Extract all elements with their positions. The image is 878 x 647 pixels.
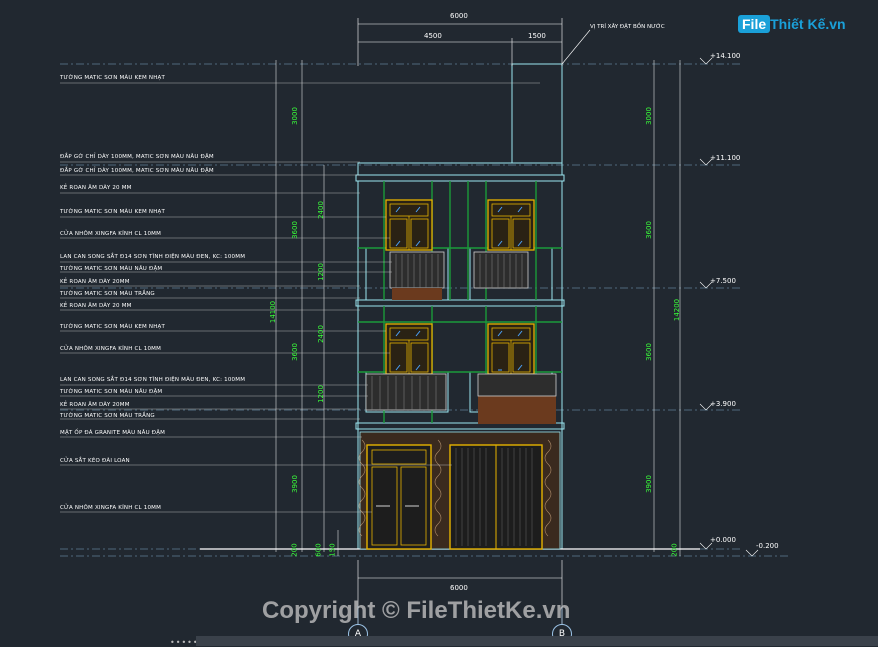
label-19: CỬA NHÔM XINGFA KÍNH CL 10MM xyxy=(60,505,162,511)
dim-bottom-overall: 6000 xyxy=(450,584,468,592)
level-3900: +3.900 xyxy=(710,400,736,408)
vdim-left-9: 200 xyxy=(290,543,299,557)
roof-tank-wall xyxy=(511,63,563,163)
label-8: KẺ ROAN ÂM DÀY 20MM xyxy=(60,279,130,285)
window-mid-left xyxy=(385,323,433,375)
vdim-left-10: 600 xyxy=(314,543,323,557)
window-upper-right xyxy=(487,199,535,251)
label-18: CỬA SẮT KÉO ĐÀI LOAN xyxy=(60,458,130,464)
window-mid-right xyxy=(487,323,535,375)
dim-top-right: 1500 xyxy=(528,32,546,40)
vdim-left-2: 3600 xyxy=(290,221,299,239)
vdim-left-11: 150 xyxy=(328,543,337,557)
level-markers xyxy=(699,57,759,557)
logo-rest-text: Thiết Kế.vn xyxy=(770,16,846,32)
label-13: LAN CAN SONG SẮT Đ14 SƠN TĨNH ĐIỆN MÀU Đ… xyxy=(60,377,246,383)
tank-position-note: VỊ TRÍ XÂY ĐẶT BỒN NƯỚC xyxy=(590,24,665,30)
label-4: TƯỜNG MATIC SƠN MÀU KEM NHẠT xyxy=(60,209,166,215)
vdim-right-5: 200 xyxy=(670,543,679,557)
level-0000: +0.000 xyxy=(710,536,736,544)
window-upper-left xyxy=(385,199,433,251)
door-xingfa xyxy=(366,444,432,550)
vdim-left-3: 1200 xyxy=(316,263,325,281)
copyright-watermark: Copyright © FileThietKe.vn xyxy=(262,597,571,624)
status-bar xyxy=(196,636,878,646)
level-14100: +14.100 xyxy=(710,52,741,60)
vdim-left-5: 2400 xyxy=(316,325,325,343)
level-11100: +11.100 xyxy=(710,154,741,162)
dim-top-left: 4500 xyxy=(424,32,442,40)
vdim-left-6: 3600 xyxy=(290,343,299,361)
vdim-right-2: 3600 xyxy=(644,343,653,361)
vdim-right-1: 3600 xyxy=(644,221,653,239)
vdim-left-0: 3000 xyxy=(290,107,299,125)
elevation-drawing xyxy=(60,18,790,624)
vdim-left-1: 2400 xyxy=(316,201,325,219)
label-14: TƯỜNG MATIC SƠN MÀU NÂU ĐẬM xyxy=(60,389,163,395)
vdim-left-7: 1200 xyxy=(316,385,325,403)
label-0: TƯỜNG MATIC SƠN MÀU KEM NHẠT xyxy=(60,75,166,81)
level-7500: +7.500 xyxy=(710,277,736,285)
vdim-left-8: 3900 xyxy=(290,475,299,493)
label-12: CỬA NHÔM XINGFA KÍNH CL 10MM xyxy=(60,346,162,352)
vdim-left-4: 14100 xyxy=(269,300,278,324)
dim-top-overall: 6000 xyxy=(450,12,468,20)
label-15: KẺ ROAN ÂM DÀY 20MM xyxy=(60,402,130,408)
vdim-right-0: 3000 xyxy=(644,107,653,125)
label-16: TƯỜNG MATIC SƠN MÀU TRẮNG xyxy=(60,413,155,419)
vdim-right-3: 3900 xyxy=(644,475,653,493)
level-minus-200: -0.200 xyxy=(756,542,779,550)
label-3: KẺ ROAN ÂM DÀY 20 MM xyxy=(60,185,132,191)
label-17: MẶT ỐP ĐÁ GRANITE MÀU NÂU ĐẬM xyxy=(60,430,166,436)
door-iron-folding xyxy=(449,444,543,550)
label-6: LAN CAN SONG SẮT Đ14 SƠN TĨNH ĐIỆN MÀU Đ… xyxy=(60,254,246,260)
label-5: CỬA NHÔM XINGFA KÍNH CL 10MM xyxy=(60,231,162,237)
label-7: TƯỜNG MATIC SƠN MÀU NÂU ĐẬM xyxy=(60,266,163,272)
label-1: ĐẮP GỜ CHỈ DÀY 100MM, MATIC SƠN MÀU NÂU … xyxy=(60,154,214,160)
top-dimensions xyxy=(357,18,591,66)
vdim-right-4: 14200 xyxy=(673,298,682,322)
label-9: TƯỜNG MATIC SƠN MÀU TRẮNG xyxy=(60,291,155,297)
filethietke-logo: File Thiết Kế.vn xyxy=(738,15,846,33)
label-10: KẺ ROAN ÂM DÀY 20 MM xyxy=(60,303,132,309)
label-2: ĐẮP GỜ CHỈ DÀY 100MM, MATIC SƠN MÀU NÂU … xyxy=(60,168,214,174)
left-dim-lines xyxy=(275,60,339,556)
label-11: TƯỜNG MATIC SƠN MÀU KEM NHẠT xyxy=(60,324,166,330)
logo-file-text: File xyxy=(738,15,771,33)
